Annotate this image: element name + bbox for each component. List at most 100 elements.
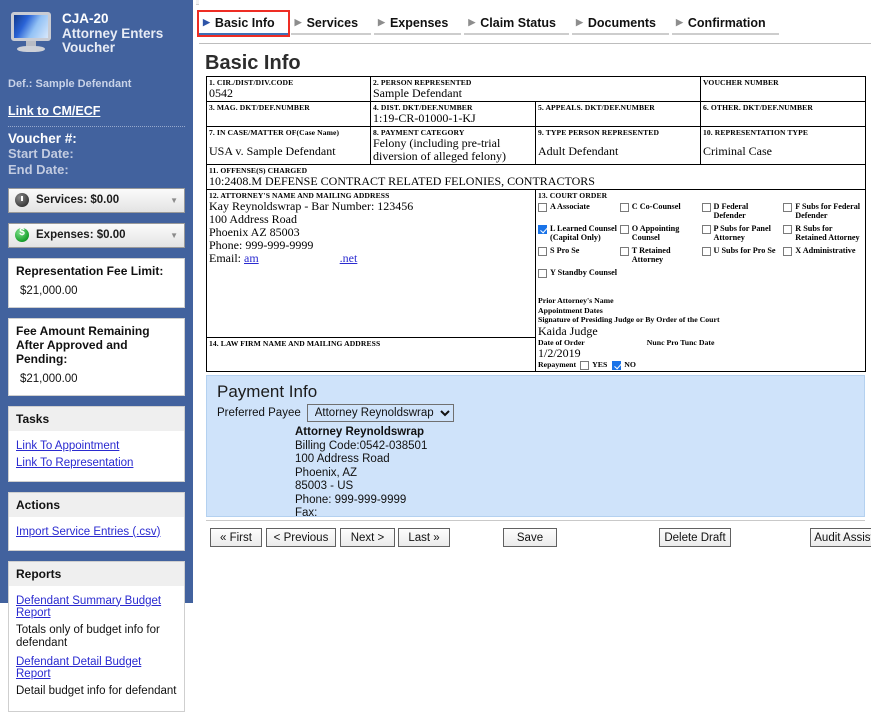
chevron-right-icon: ▶ [378, 17, 385, 27]
save-button[interactable]: Save [503, 528, 557, 547]
court-order-option-U[interactable]: U Subs for Pro Se [701, 246, 782, 264]
checkbox-icon[interactable] [538, 225, 547, 234]
checkbox-icon[interactable] [783, 225, 793, 234]
tab-expenses[interactable]: ▶ Expenses [374, 12, 462, 35]
link-to-cmecf[interactable]: Link to CM/ECF [8, 104, 185, 118]
tab-services[interactable]: ▶ Services [290, 12, 372, 35]
checkbox-icon[interactable] [538, 269, 547, 278]
field-attorney-address[interactable]: 12. ATTORNEY'S NAME AND MAILING ADDRESS … [206, 188, 536, 339]
start-date-label: Start Date: [8, 145, 74, 161]
field-5-value [538, 112, 698, 125]
sidebar-header: CJA-20 Attorney Enters Voucher [8, 10, 185, 56]
attorney-email-link-part1[interactable]: am [244, 251, 259, 265]
field-dist-dkt[interactable]: 4. DIST. DKT/DEF.NUMBER 1:19-CR-01000-1-… [370, 101, 536, 127]
tab-basic-info-label: Basic Info [214, 15, 275, 30]
tab-documents[interactable]: ▶ Documents [571, 12, 669, 35]
audit-assist-button[interactable]: Audit Assist [810, 528, 871, 547]
court-order-option-F[interactable]: F Subs for Federal Defender [783, 202, 863, 220]
court-order-option-P[interactable]: P Subs for Panel Attorney [701, 224, 782, 242]
chevron-right-icon: ▶ [575, 17, 583, 27]
court-order-option-C[interactable]: C Co-Counsel [619, 202, 700, 220]
table-row: 11. OFFENSE(S) CHARGED 10:2408.M DEFENSE… [206, 164, 866, 190]
checkbox-icon[interactable] [783, 203, 793, 212]
payee-zip-country: 85003 - US [295, 480, 354, 492]
checkbox-icon[interactable] [538, 203, 547, 212]
court-order-option-A[interactable]: A Associate [538, 202, 618, 220]
field-other-dkt[interactable]: 6. OTHER. DKT/DEF.NUMBER [700, 101, 866, 127]
tasks-panel: Tasks Link To Appointment Link To Repres… [8, 405, 185, 482]
actions-panel: Actions Import Service Entries (.csv) [8, 491, 185, 551]
tab-basic-info[interactable]: ▶ Basic Info [197, 10, 290, 37]
court-order-option-L[interactable]: L Learned Counsel (Capital Only) [538, 224, 618, 242]
tab-confirmation[interactable]: ▶ Confirmation [671, 12, 779, 35]
tab-claim-status[interactable]: ▶ Claim Status [464, 12, 569, 35]
field-mag-dkt[interactable]: 3. MAG. DKT/DEF.NUMBER [206, 101, 371, 127]
field-appeals-dkt[interactable]: 5. APPEALS. DKT/DEF.NUMBER [535, 101, 701, 127]
field-type-person-represented[interactable]: 9. TYPE PERSON REPRESENTED Adult Defenda… [535, 126, 701, 165]
attorney-email-link-part2[interactable]: .net [340, 251, 358, 265]
field-7-label: 7. IN CASE/MATTER OF(Case Name) [209, 128, 340, 137]
services-accordion-label: Services: $0.00 [36, 194, 120, 206]
court-order-option-T[interactable]: T Retained Attorney [619, 246, 700, 264]
task-link-to-appointment[interactable]: Link To Appointment [16, 440, 177, 452]
attorney-email-row: Email: am .net [209, 252, 533, 265]
fee-limit-panel: Representation Fee Limit: $21,000.00 [8, 257, 185, 308]
field-representation-type[interactable]: 10. REPRESENTATION TYPE Criminal Case [700, 126, 866, 165]
last-button[interactable]: Last » [398, 528, 450, 547]
next-button[interactable]: Next > [340, 528, 395, 547]
payee-phone: Phone: 999-999-9999 [295, 493, 407, 506]
checkbox-icon[interactable] [701, 225, 711, 234]
attorney-email-label: Email: [209, 251, 241, 265]
action-import-service-entries[interactable]: Import Service Entries (.csv) [16, 526, 177, 538]
field-offenses-charged[interactable]: 11. OFFENSE(S) CHARGED 10:2408.M DEFENSE… [206, 164, 866, 190]
checkbox-icon[interactable] [783, 247, 793, 256]
reports-panel: Reports Defendant Summary Budget Report … [8, 560, 185, 712]
delete-draft-button[interactable]: Delete Draft [659, 528, 731, 547]
payee-name: Attorney Reynoldswrap [295, 426, 425, 438]
field-case-name[interactable]: 7. IN CASE/MATTER OF(Case Name) USA v. S… [206, 126, 371, 165]
report-defendant-summary-budget[interactable]: Defendant Summary Budget Report [16, 595, 177, 619]
fee-remaining-value: $21,000.00 [20, 372, 78, 385]
checkbox-icon[interactable] [619, 225, 629, 234]
preferred-payee-select[interactable]: Attorney Reynoldswrap [306, 404, 454, 422]
court-order-option-S[interactable]: S Pro Se [538, 246, 618, 264]
field-person-represented[interactable]: 2. PERSON REPRESENTED Sample Defendant [370, 76, 701, 102]
tab-services-label: Services [306, 15, 359, 30]
voucher-number-value [703, 87, 863, 100]
first-button[interactable]: « First [210, 528, 262, 547]
checkbox-icon[interactable] [538, 247, 547, 256]
field-voucher-number[interactable]: VOUCHER NUMBER [700, 76, 866, 102]
repayment-yes-label: YES [592, 360, 608, 370]
checkbox-icon[interactable] [701, 203, 711, 212]
field-cir-dist-div-code[interactable]: 1. CIR./DIST/DIV.CODE 0542 [206, 76, 371, 102]
repayment-no-checkbox[interactable] [612, 361, 622, 370]
chevron-right-icon: ▶ [468, 17, 476, 27]
task-link-to-representation[interactable]: Link To Representation [16, 457, 177, 469]
field-payment-category[interactable]: 8. PAYMENT CATEGORY Felony (including pr… [370, 126, 536, 165]
court-order-option-Y[interactable]: Y Standby Counsel [538, 268, 618, 278]
checkbox-icon[interactable] [619, 203, 629, 212]
field-law-firm-address[interactable]: 14. LAW FIRM NAME AND MAILING ADDRESS [206, 337, 536, 372]
court-order-option-D[interactable]: D Federal Defender [701, 202, 782, 220]
monitor-icon [8, 12, 54, 52]
court-order-option-O[interactable]: O Appointing Counsel [619, 224, 700, 242]
tasks-header: Tasks [9, 406, 184, 431]
previous-button[interactable]: < Previous [266, 528, 336, 547]
repayment-yes-checkbox[interactable] [580, 361, 590, 370]
payee-fax: Fax: [295, 507, 318, 519]
table-row: 3. MAG. DKT/DEF.NUMBER 4. DIST. DKT/DEF.… [206, 101, 866, 127]
chevron-down-icon: ▼ [170, 230, 178, 240]
report-defendant-detail-budget[interactable]: Defendant Detail Budget Report [16, 656, 177, 680]
tab-confirmation-label: Confirmation [687, 15, 766, 30]
court-order-option-X[interactable]: X Administrative [783, 246, 863, 264]
field-14-value [209, 348, 533, 361]
expenses-accordion[interactable]: Expenses: $0.00 ▼ [8, 222, 185, 248]
appointment-dates-label: Appointment Dates [538, 305, 603, 315]
services-accordion[interactable]: Services: $0.00 ▼ [8, 187, 185, 213]
sidebar: CJA-20 Attorney Enters Voucher Def.: Sam… [0, 0, 196, 712]
field-court-order: 13. COURT ORDER A Associate C Co-Counsel… [535, 189, 866, 372]
checkbox-icon[interactable] [701, 247, 711, 256]
fee-remaining-label: Fee Amount Remaining After Approved and … [9, 318, 184, 371]
checkbox-icon[interactable] [619, 247, 629, 256]
court-order-option-R[interactable]: R Subs for Retained Attorney [783, 224, 863, 242]
